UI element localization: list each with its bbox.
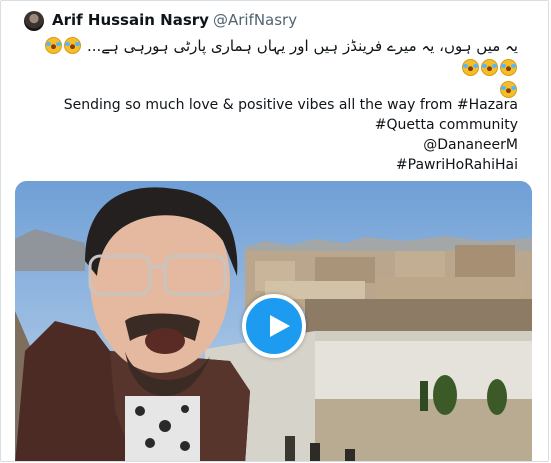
- face-with-tears-of-joy-icon: [462, 59, 479, 76]
- hashtag-pawrihorahihai[interactable]: #PawriHoRahiHai: [64, 155, 518, 175]
- tweet-card[interactable]: Arif Hussain Nasry @ArifNasry یہ میں ہوں،…: [0, 0, 549, 462]
- avatar[interactable]: [24, 11, 44, 31]
- author-handle[interactable]: @ArifNasry: [213, 11, 297, 29]
- tweet-author: Arif Hussain Nasry @ArifNasry: [52, 10, 297, 30]
- face-with-tears-of-joy-icon: [481, 59, 498, 76]
- tweet-line: Sending so much love & positive vibes al…: [63, 97, 518, 113]
- play-button-icon[interactable]: [242, 294, 306, 358]
- face-with-tears-of-joy-icon: [64, 37, 82, 54]
- face-with-tears-of-joy-icon: [500, 59, 517, 76]
- tweet-urdu-text: یہ میں ہوں، یہ میرے فرینڈز ہیں اور یہاں …: [38, 35, 518, 101]
- urdu-text: یہ میں ہوں، یہ میرے فرینڈز ہیں اور یہاں …: [87, 37, 518, 55]
- mention-dananeerm[interactable]: @DananeerM: [64, 135, 518, 155]
- author-name[interactable]: Arif Hussain Nasry: [52, 11, 209, 29]
- hashtag-quetta-community[interactable]: #Quetta community: [64, 115, 518, 135]
- face-with-tears-of-joy-icon: [45, 37, 63, 54]
- tweet-english-text: Sending so much love & positive vibes al…: [64, 95, 518, 175]
